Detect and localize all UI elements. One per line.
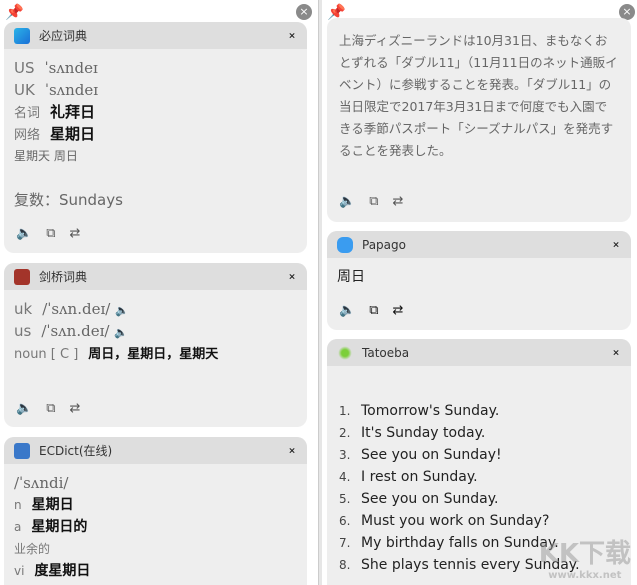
- ecdict-card: ECDict(在线) ⌄ ⌃ /ˈsʌndi/ n 星期日 a 星期日的 业余的 vi…: [4, 437, 307, 585]
- plural-form: 复数：Sundays: [14, 191, 123, 209]
- sentence-number: 2.: [339, 426, 351, 440]
- sentence-item: 1. Tomorrow's Sunday.: [339, 400, 619, 422]
- fold-icon[interactable]: ⌄ ⌃: [611, 235, 621, 255]
- close-button[interactable]: ×: [296, 4, 312, 20]
- pos-label: n: [14, 498, 22, 512]
- papago-title: Papago: [362, 237, 406, 252]
- papago-result: 周日: [337, 269, 365, 285]
- sentence-text: See you on Sunday!: [361, 447, 502, 463]
- tatoeba-header[interactable]: Tatoeba ⌄ ⌃: [327, 339, 631, 366]
- us-phonetic: ˈsʌndeɪ: [44, 59, 98, 77]
- tatoeba-logo-icon: [337, 344, 353, 361]
- sentence-item: 2. It's Sunday today.: [339, 422, 619, 444]
- sentence-text: My birthday falls on Sunday.: [361, 535, 559, 551]
- bing-header[interactable]: 必应词典 ⌄ ⌃: [4, 22, 307, 49]
- tatoeba-title: Tatoeba: [362, 345, 410, 360]
- us-phonetic: /ˈsʌn.deɪ/: [41, 322, 110, 340]
- copy-icon[interactable]: ⧉: [46, 401, 55, 416]
- sentence-number: 4.: [339, 470, 351, 484]
- swap-icon[interactable]: ⇄: [69, 401, 80, 416]
- us-label: US: [14, 59, 35, 77]
- sentence-number: 3.: [339, 448, 351, 462]
- sentence-number: 8.: [339, 558, 351, 572]
- definition: 周日，星期日，星期天: [88, 347, 219, 362]
- speaker-icon[interactable]: 🔈: [16, 401, 32, 416]
- copy-icon[interactable]: ⧉: [369, 194, 378, 209]
- definition: 礼拜日: [50, 103, 96, 121]
- phonetic: /ˈsʌndi/: [14, 474, 69, 492]
- swap-icon[interactable]: ⇄: [392, 194, 403, 209]
- sentence-text: Tomorrow's Sunday.: [361, 403, 500, 419]
- pos-label: 网络: [14, 128, 41, 143]
- sentence-item: 4. I rest on Sunday.: [339, 466, 619, 488]
- left-popup: 📌 × 必应词典 ⌄ ⌃ US ˈsʌndeɪ UK ˈsʌndeɪ 名词 礼拜日 网络…: [0, 0, 318, 585]
- sentence-item: 3. See you on Sunday!: [339, 444, 619, 466]
- sentence-number: 1.: [339, 404, 351, 418]
- right-popup: 📌 × 上海ディズニーランドは10月31日、まもなくおとずれる「ダブル11」（1…: [322, 0, 637, 585]
- uk-label: uk: [14, 300, 33, 318]
- cambridge-logo-icon: [14, 268, 30, 285]
- fold-icon[interactable]: ⌄ ⌃: [287, 441, 297, 461]
- bing-logo-icon: [14, 27, 30, 44]
- extra-definition: 星期天 周日: [14, 149, 78, 163]
- watermark-main: KK下载: [538, 539, 631, 569]
- sentence-text: See you on Sunday.: [361, 491, 499, 507]
- watermark-url: www.kkx.net: [548, 570, 622, 581]
- uk-phonetic: ˈsʌndeɪ: [44, 81, 99, 99]
- sentence-text: Must you work on Sunday?: [361, 513, 550, 529]
- fold-icon[interactable]: ⌄ ⌃: [287, 267, 297, 287]
- pos-label: noun [ C ]: [14, 347, 79, 362]
- speaker-icon[interactable]: 🔈: [339, 303, 355, 318]
- pos-label: vi: [14, 564, 25, 578]
- uk-label: UK: [14, 81, 35, 99]
- papago-header[interactable]: Papago ⌄ ⌃: [327, 231, 631, 258]
- pin-icon[interactable]: 📌: [5, 3, 24, 21]
- fold-icon[interactable]: ⌄ ⌃: [287, 26, 297, 46]
- ecdict-title: ECDict(在线): [39, 444, 113, 458]
- ecdict-logo-icon: [14, 442, 30, 459]
- copy-icon[interactable]: ⧉: [46, 226, 55, 241]
- cambridge-header[interactable]: 剑桥词典 ⌄ ⌃: [4, 263, 307, 290]
- sentence-number: 6.: [339, 514, 351, 528]
- us-label: us: [14, 322, 32, 340]
- sentence-number: 5.: [339, 492, 351, 506]
- definition: 星期日的: [31, 519, 88, 535]
- definition: 度星期日: [34, 563, 91, 579]
- speaker-icon[interactable]: 🔈: [114, 326, 128, 339]
- pos-label: 名词: [14, 106, 41, 121]
- bing-card: 必应词典 ⌄ ⌃ US ˈsʌndeɪ UK ˈsʌndeɪ 名词 礼拜日 网络 星期日 …: [4, 22, 307, 253]
- uk-phonetic: /ˈsʌn.deɪ/: [42, 300, 111, 318]
- cambridge-card: 剑桥词典 ⌄ ⌃ uk/ˈsʌn.deɪ/ 🔈 us/ˈsʌn.deɪ/ 🔈 no…: [4, 263, 307, 427]
- pos-label: a: [14, 520, 22, 534]
- sentence-number: 7.: [339, 536, 351, 550]
- speaker-icon[interactable]: 🔈: [339, 194, 355, 209]
- cambridge-title: 剑桥词典: [39, 270, 88, 284]
- papago-logo-icon: [337, 236, 353, 253]
- copy-icon[interactable]: ⧉: [369, 303, 378, 318]
- swap-icon[interactable]: ⇄: [392, 303, 403, 318]
- speaker-icon[interactable]: 🔈: [16, 226, 32, 241]
- translation-card: 上海ディズニーランドは10月31日、まもなくおとずれる「ダブル11」（11月11…: [327, 18, 631, 222]
- translation-text: 上海ディズニーランドは10月31日、まもなくおとずれる「ダブル11」（11月11…: [339, 33, 618, 158]
- fold-icon[interactable]: ⌄ ⌃: [611, 343, 621, 363]
- definition: 星期日: [31, 497, 74, 513]
- sentence-text: It's Sunday today.: [361, 425, 486, 441]
- sentence-item: 5. See you on Sunday.: [339, 488, 619, 510]
- note: 业余的: [14, 542, 51, 556]
- ecdict-header[interactable]: ECDict(在线) ⌄ ⌃: [4, 437, 307, 464]
- watermark: KK下载 www.kkx.net: [539, 533, 631, 581]
- speaker-icon[interactable]: 🔈: [115, 304, 129, 317]
- sentence-text: I rest on Sunday.: [361, 469, 478, 485]
- definition: 星期日: [50, 125, 96, 143]
- swap-icon[interactable]: ⇄: [69, 226, 80, 241]
- papago-card: Papago ⌄ ⌃ 周日 🔈 ⧉ ⇄: [327, 231, 631, 330]
- sentence-item: 6. Must you work on Sunday?: [339, 510, 619, 532]
- bing-title: 必应词典: [39, 29, 88, 43]
